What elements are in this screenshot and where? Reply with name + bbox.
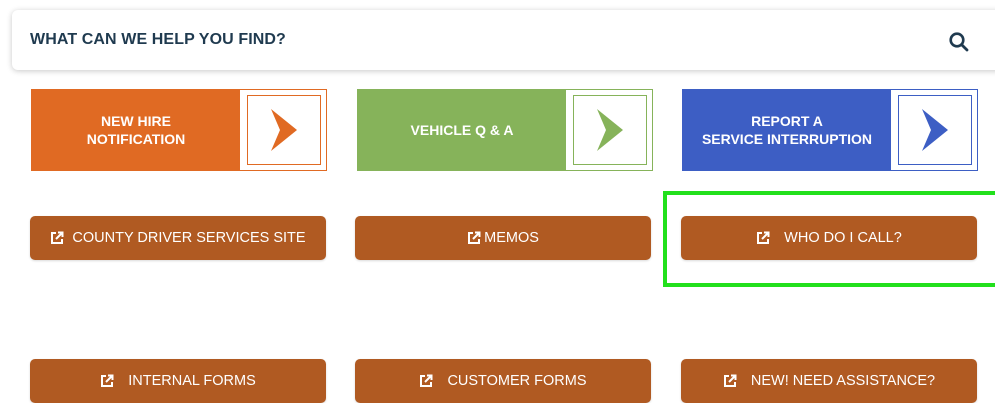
customer-forms-button[interactable]: CUSTOMER FORMS bbox=[355, 359, 651, 403]
chevron-right-icon bbox=[271, 109, 297, 151]
tile-label: VEHICLE Q & A bbox=[358, 90, 566, 170]
button-label: MEMOS bbox=[484, 230, 539, 246]
tile-arrow-button[interactable] bbox=[573, 95, 647, 165]
button-label: INTERNAL FORMS bbox=[128, 373, 256, 389]
need-assistance-button[interactable]: NEW! NEED ASSISTANCE? bbox=[681, 359, 977, 403]
vehicle-qa-tile[interactable]: VEHICLE Q & A bbox=[357, 89, 653, 171]
button-label: NEW! NEED ASSISTANCE? bbox=[750, 373, 936, 389]
search-bar[interactable]: WHAT CAN WE HELP YOU FIND? bbox=[12, 10, 995, 70]
selection-highlight bbox=[663, 191, 995, 287]
external-link-icon bbox=[50, 231, 64, 245]
tile-label: REPORT A SERVICE INTERRUPTION bbox=[683, 90, 891, 170]
memos-button[interactable]: MEMOS bbox=[355, 216, 651, 260]
chevron-right-icon bbox=[597, 109, 623, 151]
external-link-icon bbox=[100, 374, 114, 388]
internal-forms-button[interactable]: INTERNAL FORMS bbox=[30, 359, 326, 403]
button-label: CUSTOMER FORMS bbox=[447, 373, 587, 389]
chevron-right-icon bbox=[922, 109, 948, 151]
external-link-icon bbox=[467, 231, 481, 245]
tile-label: NEW HIRE NOTIFICATION bbox=[32, 90, 240, 170]
button-label: COUNTY DRIVER SERVICES SITE bbox=[72, 230, 306, 246]
tile-arrow-button[interactable] bbox=[247, 95, 321, 165]
external-link-icon bbox=[419, 374, 433, 388]
report-service-interruption-tile[interactable]: REPORT A SERVICE INTERRUPTION bbox=[682, 89, 978, 171]
external-link-icon bbox=[723, 374, 737, 388]
new-hire-notification-tile[interactable]: NEW HIRE NOTIFICATION bbox=[31, 89, 327, 171]
search-icon[interactable] bbox=[948, 31, 970, 53]
search-prompt: WHAT CAN WE HELP YOU FIND? bbox=[30, 31, 286, 48]
county-driver-services-button[interactable]: COUNTY DRIVER SERVICES SITE bbox=[30, 216, 326, 260]
tile-arrow-button[interactable] bbox=[898, 95, 972, 165]
